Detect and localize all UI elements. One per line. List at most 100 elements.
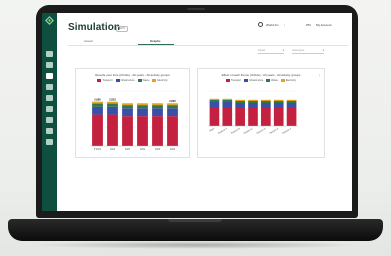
x-tick-label: 2023 [125, 149, 131, 151]
bar-segment[interactable] [261, 99, 271, 101]
bar-segment[interactable] [209, 107, 220, 126]
impact-dropdown[interactable]: Impact ▾ [258, 49, 284, 54]
logo-icon [45, 16, 54, 25]
bar-segment[interactable] [122, 103, 133, 106]
bar-segment[interactable] [167, 103, 178, 106]
bar-segment[interactable] [273, 99, 284, 101]
bar-segment[interactable] [122, 108, 133, 117]
bar-segment[interactable] [235, 99, 245, 101]
bar-segment[interactable] [261, 108, 271, 126]
bar-segment[interactable] [209, 98, 220, 100]
bar-segment[interactable] [248, 103, 258, 108]
bar-segment[interactable] [107, 101, 118, 104]
beta-badge: BETA [116, 26, 128, 32]
bar-segment[interactable] [222, 102, 233, 107]
page-title: Simulation [68, 22, 121, 33]
laptop-shadow [30, 241, 360, 249]
bar-segment[interactable] [273, 101, 284, 103]
tab-bar: Assets Graphs [68, 37, 348, 46]
tab-assets[interactable]: Assets [84, 39, 93, 43]
active-tab-indicator [138, 44, 174, 45]
bar-segment[interactable] [122, 105, 133, 109]
bar-segment[interactable] [92, 106, 103, 115]
bar-segment[interactable] [235, 101, 245, 103]
org-avatar[interactable] [258, 22, 263, 27]
bar-segment[interactable] [248, 108, 258, 126]
bar-segment[interactable] [152, 108, 163, 117]
bar-segment[interactable] [261, 101, 271, 103]
bar-segment[interactable] [137, 105, 148, 109]
x-tick-label: Reduce D [257, 128, 267, 135]
effect-per-theme-chart: Base Reduce A Reduce B Reduce C Reduce D Redu… [208, 90, 298, 135]
bar-segment[interactable] [152, 116, 163, 146]
results-over-time-panel: Results over time (tCO2e) - All years - … [75, 68, 190, 158]
bar-segment[interactable] [167, 116, 178, 146]
x-tick-label: 2026 [170, 149, 176, 151]
database-icon[interactable] [46, 95, 53, 101]
bar-segment[interactable] [107, 106, 118, 115]
bar-segment[interactable] [222, 100, 233, 102]
bar-segment[interactable] [92, 101, 103, 104]
x-tick-label: Reduce E [269, 128, 279, 135]
x-tick-label: Reduce A [218, 127, 229, 135]
x-tick-label: P 2021 [94, 149, 102, 151]
bar-total-label: 2,822 [169, 99, 176, 103]
print-icon[interactable] [46, 106, 53, 112]
calculator-icon[interactable] [46, 73, 53, 79]
results-over-time-chart: 2,885 P 2021 2,833 2022 2023 2024 2025 2,822 202… [90, 90, 180, 151]
bar-segment[interactable] [248, 99, 258, 101]
account-menu[interactable]: My Account [316, 23, 332, 27]
tab-graphs[interactable]: Graphs [150, 39, 161, 43]
x-tick-label: 2022 [110, 149, 116, 151]
bar-segment[interactable] [167, 108, 178, 117]
x-tick-label: 2025 [155, 149, 161, 151]
bar-segment[interactable] [235, 103, 245, 108]
app-screen: · · · · · · · · · · · Simulation BETA Wo… [42, 13, 352, 211]
bar-segment[interactable] [92, 103, 103, 107]
bar-segment[interactable] [107, 103, 118, 107]
bar-segment[interactable] [273, 108, 284, 126]
bar-segment[interactable] [167, 105, 178, 109]
bar-segment[interactable] [286, 101, 297, 103]
bar-segment[interactable] [209, 102, 220, 107]
bar-segment[interactable] [137, 116, 148, 146]
effect-per-theme-panel: Effect of each theme (tCO2e) - All years… [197, 68, 325, 158]
x-tick-label: 2024 [140, 149, 146, 151]
bar-segment[interactable] [222, 107, 233, 126]
bar-segment[interactable] [107, 114, 118, 146]
bar-segment[interactable] [137, 103, 148, 106]
bar-chart-icon[interactable] [46, 84, 53, 90]
asset-type-dropdown[interactable]: Asset types ▾ [292, 49, 324, 54]
document-icon[interactable] [46, 117, 53, 123]
x-tick-label: Reduce B [231, 128, 241, 135]
bar-total-label: 2,833 [109, 97, 116, 101]
bar-segment[interactable] [137, 108, 148, 117]
bar-segment[interactable] [286, 103, 297, 108]
bar-segment[interactable] [286, 108, 297, 126]
bar-segment[interactable] [286, 99, 297, 101]
bar-segment[interactable] [152, 105, 163, 109]
laptop-notch [168, 219, 222, 222]
role-label: PM [306, 23, 311, 27]
bar-segment[interactable] [222, 98, 233, 100]
webcam [187, 8, 205, 10]
bar-segment[interactable] [235, 108, 245, 126]
x-tick-label: Base [209, 128, 215, 133]
laptop-base [8, 219, 383, 241]
trend-icon[interactable] [46, 62, 53, 68]
bar-segment[interactable] [122, 116, 133, 146]
bar-segment[interactable] [152, 103, 163, 106]
org-name[interactable]: World Inc [266, 23, 279, 27]
bar-segment[interactable] [273, 103, 284, 108]
bar-segment[interactable] [248, 101, 258, 103]
home-icon[interactable] [46, 51, 53, 57]
url-text: · · · · · · · · · · · [195, 15, 209, 17]
share-icon[interactable] [46, 128, 53, 134]
bar-segment[interactable] [261, 103, 271, 108]
x-tick-label: Reduce F [282, 128, 292, 135]
settings-icon[interactable] [46, 139, 53, 145]
bar-segment[interactable] [209, 100, 220, 102]
bar-segment[interactable] [92, 114, 103, 146]
x-tick-label: Reduce C [244, 128, 254, 135]
bar-total-label: 2,885 [94, 97, 101, 101]
